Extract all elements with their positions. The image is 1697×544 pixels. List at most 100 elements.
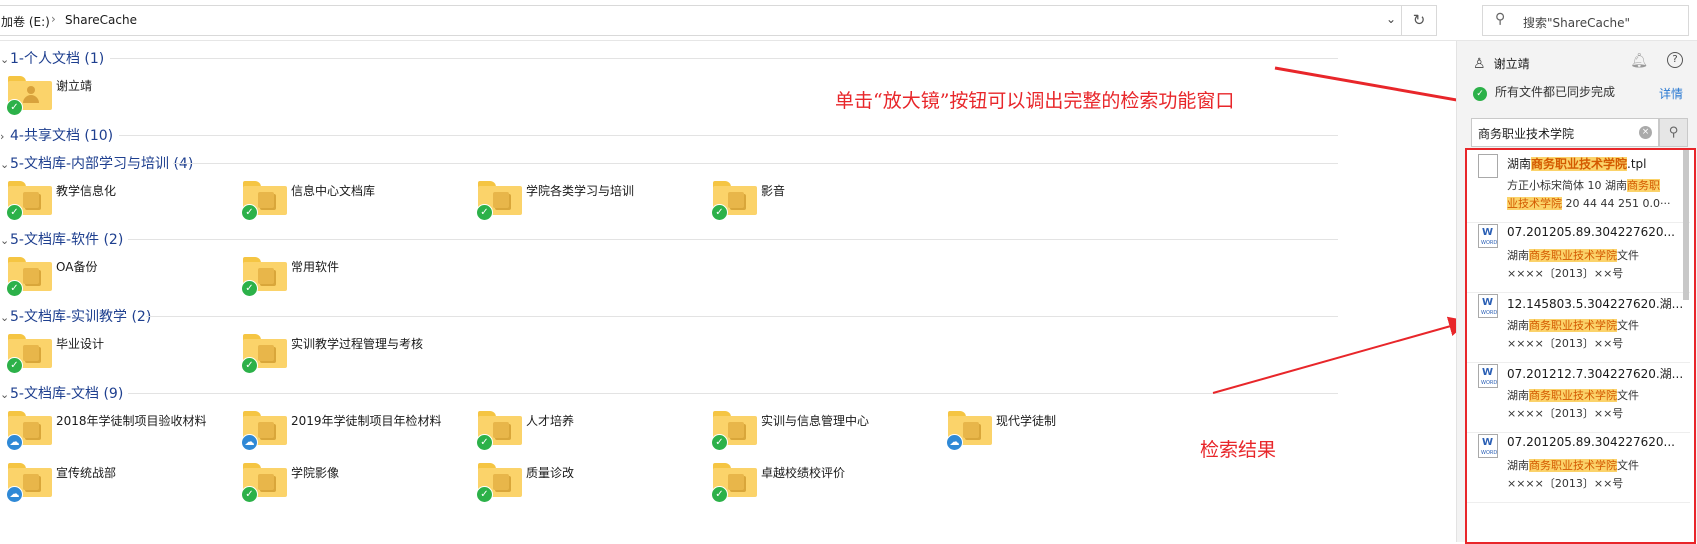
word-label: WORD	[1481, 310, 1498, 316]
synced-check-icon: ✓	[241, 357, 258, 374]
cloud-icon: ☁	[6, 486, 23, 503]
search-result-item[interactable]: W WORD 12.145803.5.304227620.湖... 湖南商务职业技术学…	[1467, 290, 1690, 363]
result-title: 湖南商务职业技术学院.tpl	[1507, 155, 1687, 172]
folder-item[interactable]: ✓ 实训与信息管理中心	[705, 411, 935, 461]
scrollbar[interactable]	[1683, 150, 1689, 300]
snippet-text: 湖南	[1507, 459, 1529, 472]
folder-name: 2018年学徒制项目验收材料	[56, 414, 207, 428]
folder-item[interactable]: ☁ 宣传统战部	[0, 463, 230, 513]
folder-item[interactable]: ✓ 影音	[705, 181, 935, 231]
panel-search-input[interactable]: 商务职业技术学院 ×	[1471, 118, 1659, 147]
search-result-item[interactable]: W WORD 07.201205.89.304227620... 湖南商务职业技术学院…	[1467, 430, 1690, 503]
snippet-text: ××××〔2013〕××号	[1507, 267, 1624, 280]
user-head	[27, 86, 35, 94]
group-header[interactable]: ⌄5-文档库-软件 (2)	[0, 229, 123, 249]
chevron-right-icon[interactable]: ›	[0, 130, 10, 143]
chevron-down-icon[interactable]: ⌄	[0, 388, 10, 401]
chevron-down-icon[interactable]: ⌄	[1386, 12, 1396, 26]
group-header[interactable]: › 4-共享文档 (10)	[0, 125, 113, 145]
folder-item[interactable]: ✓ 信息中心文档库	[235, 181, 465, 231]
synced-check-icon: ✓	[711, 434, 728, 451]
synced-check-icon: ✓	[241, 204, 258, 221]
user-row[interactable]: ♙ 谢立靖	[1473, 55, 1530, 72]
result-snippet: 湖南商务职业技术学院文件	[1507, 387, 1687, 403]
search-result-item[interactable]: 湖南商务职业技术学院.tpl 方正小标宋简体 10 湖南商务职 业技术学院 20 4…	[1467, 150, 1690, 223]
group-header[interactable]: ⌄1-个人文档 (1)	[0, 48, 104, 68]
snippet-highlight: 商务职业技术学院	[1529, 249, 1617, 262]
document-icon	[258, 345, 274, 361]
document-icon	[258, 192, 274, 208]
folder-name: 卓越校绩校评价	[761, 466, 846, 480]
synced-check-icon: ✓	[241, 486, 258, 503]
breadcrumb-separator-icon: ›	[51, 12, 56, 26]
address-bar[interactable]: 加卷 (E:) › ShareCache ⌄ ↻	[0, 5, 1437, 36]
search-icon: ⚲	[1495, 11, 1506, 27]
result-snippet-2: 业技术学院 20 44 44 251 0.0···	[1507, 195, 1687, 211]
folder-item[interactable]: ✓ 常用软件	[235, 257, 465, 307]
bell-icon[interactable]: 🔔︎	[1630, 53, 1648, 69]
word-letter: W	[1482, 367, 1494, 378]
folder-name: 影音	[761, 184, 786, 198]
explorer-search-input[interactable]: ⚲ 搜索"ShareCache"	[1482, 5, 1689, 36]
result-snippet-2: ××××〔2013〕××号	[1507, 405, 1687, 421]
snippet-text: 文件	[1617, 249, 1639, 262]
folder-item[interactable]: ☁ 2018年学徒制项目验收材料	[0, 411, 230, 461]
magnifier-button[interactable]: ⚲	[1659, 118, 1688, 147]
user-icon	[22, 86, 40, 104]
folder-item[interactable]: ✓ OA备份	[0, 257, 230, 307]
breadcrumb-folder[interactable]: ShareCache	[65, 13, 137, 27]
group-header[interactable]: ⌄5-文档库-文档 (9)	[0, 383, 123, 403]
group-title: 5-文档库-实训教学 (2)	[10, 309, 152, 325]
folder-item[interactable]: ✓ 谢立靖	[0, 76, 230, 126]
folder-item[interactable]: ✓ 学院各类学习与培训	[470, 181, 700, 231]
document-icon	[493, 192, 509, 208]
word-file-icon: W WORD	[1478, 434, 1498, 458]
search-result-item[interactable]: W WORD 07.201205.89.304227620... 湖南商务职业技术学院…	[1467, 220, 1690, 293]
help-icon[interactable]: ?	[1667, 52, 1683, 68]
synced-check-icon: ✓	[476, 434, 493, 451]
result-snippet-2: ××××〔2013〕××号	[1507, 475, 1687, 491]
folder-name: 2019年学徒制项目年检材料	[291, 414, 442, 428]
folder-item[interactable]: ☁ 2019年学徒制项目年检材料	[235, 411, 465, 461]
word-file-icon: W WORD	[1478, 364, 1498, 388]
detail-link[interactable]: 详情	[1659, 85, 1683, 102]
folder-item[interactable]: ☁ 现代学徒制	[940, 411, 1170, 461]
folder-name: 教学信息化	[56, 184, 117, 198]
chevron-down-icon[interactable]: ⌄	[0, 158, 10, 171]
synced-check-icon: ✓	[476, 204, 493, 221]
folder-item[interactable]: ✓ 质量诊改	[470, 463, 700, 513]
snippet-highlight: 商务职	[1627, 179, 1660, 192]
title-text: 07.201212.7.304227620.湖...	[1507, 367, 1684, 381]
result-snippet: 湖南商务职业技术学院文件	[1507, 457, 1687, 473]
check-icon: ✓	[1473, 87, 1487, 101]
folder-item[interactable]: ✓ 人才培养	[470, 411, 700, 461]
chevron-down-icon[interactable]: ⌄	[0, 234, 10, 247]
search-result-item[interactable]: W WORD 07.201212.7.304227620.湖... 湖南商务职业技术学…	[1467, 360, 1690, 433]
document-icon	[963, 422, 979, 438]
document-icon	[728, 422, 744, 438]
folder-item[interactable]: ✓ 卓越校绩校评价	[705, 463, 935, 513]
snippet-highlight: 商务职业技术学院	[1529, 459, 1617, 472]
sync-panel: ♙ 谢立靖 🔔︎ ? ✓ 所有文件都已同步完成 详情 商务职业技术学院 × ⚲ 湖南…	[1456, 41, 1697, 544]
folder-item[interactable]: ✓ 实训教学过程管理与考核	[235, 334, 465, 384]
query-text: 商务职业技术学院	[1478, 127, 1575, 141]
group-header[interactable]: ⌄5-文档库-内部学习与培训 (4)	[0, 153, 193, 173]
folder-name: 学院各类学习与培训	[526, 184, 635, 198]
folder-item[interactable]: ✓ 教学信息化	[0, 181, 230, 231]
chevron-down-icon[interactable]: ⌄	[0, 311, 10, 324]
group-title: 4-共享文档 (10)	[10, 128, 114, 144]
folder-item[interactable]: ✓ 毕业设计	[0, 334, 230, 384]
sync-status-text: 所有文件都已同步完成	[1495, 85, 1616, 99]
document-icon	[258, 268, 274, 284]
group-header[interactable]: ⌄5-文档库-实训教学 (2)	[0, 306, 151, 326]
clear-icon[interactable]: ×	[1639, 126, 1652, 139]
chevron-down-icon[interactable]: ⌄	[0, 53, 10, 66]
refresh-icon[interactable]: ↻	[1401, 6, 1436, 35]
result-snippet: 湖南商务职业技术学院文件	[1507, 317, 1687, 333]
word-file-icon: W WORD	[1478, 224, 1498, 248]
folder-item[interactable]: ✓ 学院影像	[235, 463, 465, 513]
top-bar: 加卷 (E:) › ShareCache ⌄ ↻ ⚲ 搜索"ShareCache…	[0, 0, 1697, 41]
title-ext: .tpl	[1627, 157, 1647, 171]
breadcrumb-drive[interactable]: 加卷 (E:)	[1, 13, 50, 30]
document-icon	[258, 474, 274, 490]
